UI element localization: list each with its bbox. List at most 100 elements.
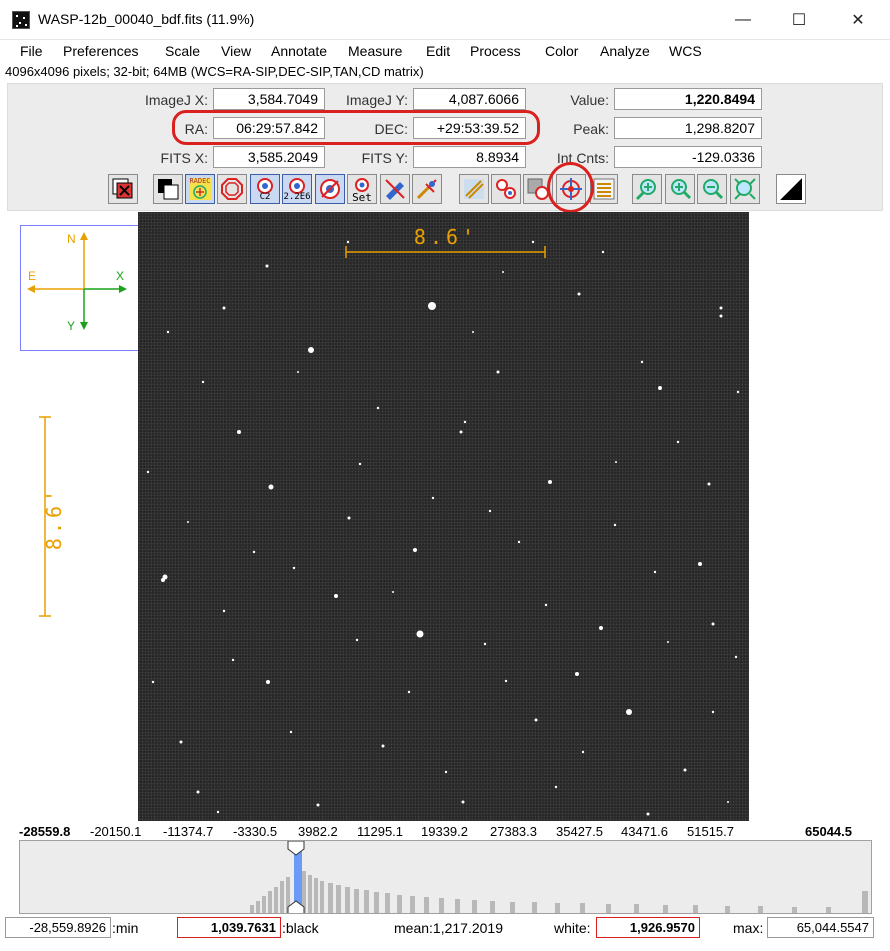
menu-annotate[interactable]: Annotate: [271, 43, 327, 59]
star: [727, 801, 729, 803]
star: [444, 770, 448, 774]
star: [676, 440, 680, 444]
stats-row: -28,559.8926 :min 1,039.7631 :black mean…: [0, 916, 890, 940]
radec-button[interactable]: RADEC: [185, 174, 215, 204]
value-label: Value:: [570, 92, 609, 108]
header-list-button[interactable]: [590, 174, 618, 204]
star: [548, 480, 552, 484]
zoom-in-fast-button[interactable]: [632, 174, 662, 204]
histogram-tick: 51515.7: [687, 824, 734, 839]
compass: N E X Y: [20, 225, 146, 351]
contrast-icon: [780, 178, 802, 200]
zoom-in-icon: [671, 179, 692, 200]
set-aperture-button[interactable]: Set: [347, 174, 377, 204]
invert-lut-icon: [158, 179, 179, 200]
close-button[interactable]: ✕: [835, 0, 881, 40]
menu-view[interactable]: View: [221, 43, 251, 59]
clear-apertures-button[interactable]: [380, 174, 410, 204]
clear-overlay-button[interactable]: [108, 174, 138, 204]
star: [308, 347, 314, 353]
scale-bar-h-label: 8.6': [413, 225, 479, 249]
ra-dec-highlight: [172, 110, 540, 145]
fits-image[interactable]: [138, 212, 749, 821]
menu-color[interactable]: Color: [545, 43, 578, 59]
white-field[interactable]: 1,926.9570: [596, 917, 700, 938]
zoom-in-button[interactable]: [665, 174, 695, 204]
fits-y-field[interactable]: 8.8934: [413, 146, 526, 168]
compass-north-label: N: [67, 232, 76, 246]
imagej-x-field[interactable]: 3,584.7049: [213, 88, 325, 110]
menu-bar: File Preferences Scale View Annotate Mea…: [0, 40, 890, 62]
star: [683, 768, 687, 772]
menu-file[interactable]: File: [20, 43, 43, 59]
star: [534, 718, 538, 722]
menu-edit[interactable]: Edit: [426, 43, 450, 59]
value-field[interactable]: 1,220.8494: [614, 88, 762, 110]
star: [196, 790, 200, 794]
set-text: Set: [352, 191, 372, 204]
max-field[interactable]: 65,044.5547: [767, 917, 874, 938]
menu-process[interactable]: Process: [470, 43, 521, 59]
annulus-button[interactable]: 2.2E6: [282, 174, 312, 204]
contrast-button[interactable]: [776, 174, 806, 204]
imagej-y-field[interactable]: 4,087.6066: [413, 88, 526, 110]
star: [463, 420, 467, 424]
broom-button[interactable]: [412, 174, 442, 204]
zoom-fit-icon: [734, 178, 756, 200]
centroid-c2-button[interactable]: C2: [250, 174, 280, 204]
peak-field[interactable]: 1,298.8207: [614, 117, 762, 139]
broom-icon: [416, 179, 437, 200]
max-label: max:: [733, 920, 764, 936]
star: [166, 330, 170, 334]
menu-analyze[interactable]: Analyze: [600, 43, 650, 59]
star: [653, 570, 657, 574]
star: [222, 609, 226, 613]
star: [355, 638, 359, 642]
invert-lut-button[interactable]: [153, 174, 183, 204]
black-field[interactable]: 1,039.7631: [177, 917, 281, 938]
star: [646, 812, 650, 816]
star: [719, 314, 723, 318]
star: [736, 390, 740, 394]
histogram-tick: 11295.1: [357, 824, 404, 839]
annulus-text: 2.2E6: [283, 192, 311, 202]
star: [577, 292, 581, 296]
astrometry-highlight: [547, 162, 594, 213]
histogram-tick: -11374.7: [163, 824, 214, 839]
app-icon: [12, 11, 30, 29]
star: [711, 622, 715, 626]
star: [297, 371, 299, 373]
star: [601, 250, 605, 254]
octagon-aperture-icon: [221, 178, 243, 200]
star: [381, 744, 385, 748]
zoom-fit-button[interactable]: [730, 174, 760, 204]
zoom-out-button[interactable]: [697, 174, 727, 204]
star: [392, 591, 394, 593]
image-info: 4096x4096 pixels; 32-bit; 64MB (WCS=RA-S…: [5, 64, 424, 79]
aperture-button[interactable]: [217, 174, 247, 204]
star: [179, 740, 183, 744]
menu-scale[interactable]: Scale: [165, 43, 200, 59]
fits-x-field[interactable]: 3,585.2049: [213, 146, 325, 168]
remove-stars-button[interactable]: [315, 174, 345, 204]
star: [581, 750, 585, 754]
maximize-button[interactable]: ☐: [776, 0, 822, 40]
menu-wcs[interactable]: WCS: [669, 43, 702, 59]
minimize-button[interactable]: —: [720, 0, 766, 40]
menu-measure[interactable]: Measure: [348, 43, 402, 59]
compass-arrows: [27, 232, 127, 330]
histogram[interactable]: [19, 840, 872, 914]
int-cnts-field[interactable]: -129.0336: [614, 146, 762, 168]
histogram-tick: 3982.2: [298, 824, 338, 839]
multi-plot-button[interactable]: [459, 174, 489, 204]
star: [334, 594, 338, 598]
star: [504, 679, 508, 683]
zoom-out-icon: [703, 179, 724, 200]
multi-aperture-button[interactable]: [491, 174, 521, 204]
min-field[interactable]: -28,559.8926: [5, 917, 111, 938]
star: [358, 462, 362, 466]
histogram-max-tick: 65044.5: [805, 824, 852, 839]
star: [252, 550, 256, 554]
menu-preferences[interactable]: Preferences: [63, 43, 138, 59]
histogram-tick: 27383.3: [490, 824, 537, 839]
